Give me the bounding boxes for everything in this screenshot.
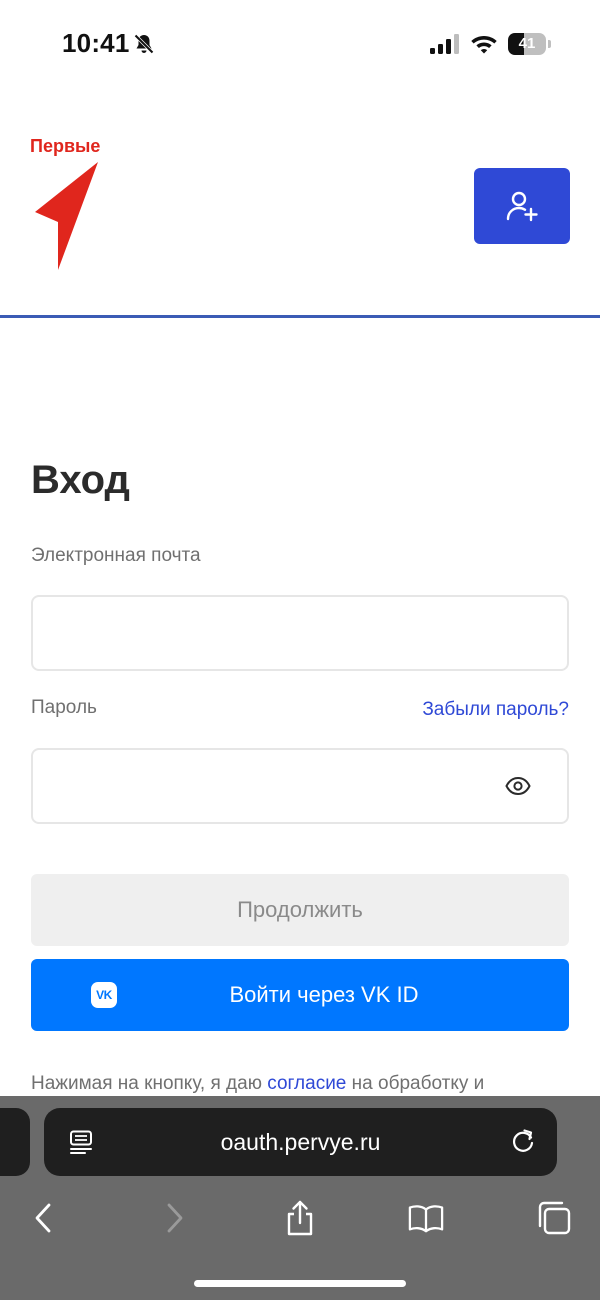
register-button[interactable]	[474, 168, 570, 244]
share-button[interactable]	[282, 1200, 318, 1236]
bookmarks-icon	[408, 1205, 444, 1233]
consent-link[interactable]: согласие	[267, 1073, 346, 1094]
forward-icon	[167, 1203, 183, 1233]
bookmarks-button[interactable]	[408, 1200, 444, 1236]
logo[interactable]: Первые	[28, 136, 108, 270]
url-text: oauth.pervye.ru	[220, 1129, 381, 1155]
battery-icon: 41	[508, 33, 551, 55]
battery-level: 41	[518, 35, 536, 52]
password-field[interactable]	[31, 748, 569, 824]
tabs-button[interactable]	[536, 1200, 572, 1236]
email-label: Электронная почта	[31, 545, 201, 566]
page-title: Вход	[31, 458, 130, 502]
consent-text: Нажимая на кнопку, я даю согласие на обр…	[31, 1071, 571, 1097]
vk-id-login-label: Войти через VK ID	[229, 982, 419, 1007]
logo-arrow-icon	[35, 162, 98, 270]
vk-id-login-button[interactable]: VK Войти через VK ID	[31, 959, 569, 1031]
site-header: Первые	[0, 90, 600, 318]
status-time: 10:41	[62, 28, 130, 58]
password-label: Пароль	[31, 697, 97, 718]
home-indicator	[194, 1280, 406, 1287]
bell-off-icon	[134, 34, 154, 54]
wifi-icon	[471, 36, 497, 54]
continue-button[interactable]: Продолжить	[31, 874, 569, 946]
show-password-toggle[interactable]	[503, 771, 533, 801]
back-button[interactable]	[26, 1200, 62, 1236]
eye-icon	[505, 776, 531, 796]
status-bar: 10:41 41	[0, 0, 600, 90]
address-bar[interactable]: oauth.pervye.ru	[44, 1108, 557, 1176]
forward-button[interactable]	[156, 1200, 192, 1236]
previous-tab-peek[interactable]	[0, 1108, 30, 1176]
browser-toolbar: oauth.pervye.ru	[0, 1096, 600, 1300]
reload-icon[interactable]	[510, 1128, 536, 1156]
add-user-icon	[506, 191, 538, 222]
share-icon	[287, 1200, 313, 1236]
signal-icon	[430, 34, 459, 54]
consent-suffix: на обработку и	[346, 1073, 485, 1094]
email-field[interactable]	[31, 595, 569, 671]
logo-text: Первые	[30, 136, 101, 156]
tabs-icon	[538, 1201, 571, 1235]
consent-prefix: Нажимая на кнопку, я даю	[31, 1073, 268, 1094]
back-icon	[35, 1203, 51, 1233]
forgot-password-link[interactable]: Забыли пароль?	[422, 699, 569, 721]
